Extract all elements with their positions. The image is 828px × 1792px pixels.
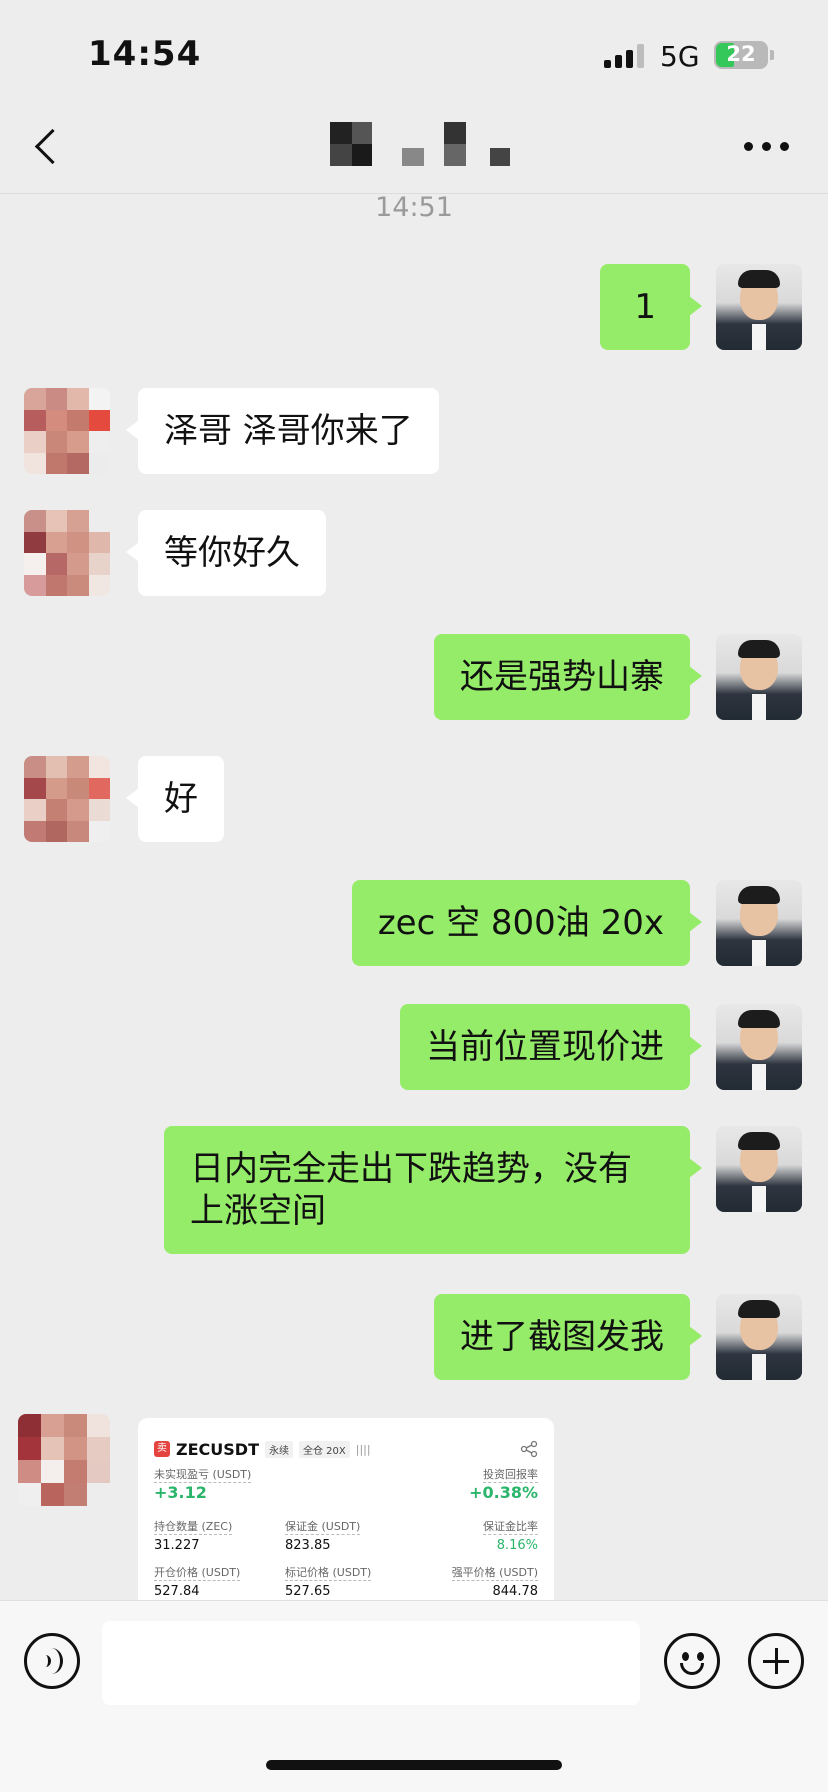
margin-ratio-label: 保证金比率 (483, 1520, 538, 1535)
my-message-bubble[interactable]: 还是强势山寨 (434, 634, 702, 720)
network-type: 5G (660, 40, 700, 73)
more-dots-icon[interactable] (744, 140, 792, 152)
emoji-icon[interactable] (664, 1633, 720, 1689)
contact-avatar[interactable] (24, 756, 110, 842)
signal-icon (604, 44, 648, 68)
message-row: 日内完全走出下跌趋势，没有上涨空间 (0, 1126, 828, 1258)
trade-screenshot-card[interactable]: 卖 ZECUSDT 永续 全仓 20X |||| 未实现盈亏 (USDT) +3… (138, 1418, 554, 1600)
unrealized-pnl-value: +3.12 (154, 1483, 207, 1502)
position-label: 持仓数量 (ZEC) (154, 1520, 233, 1535)
contract-tag: 永续 (264, 1440, 293, 1458)
message-row: 等你好久 (0, 510, 828, 598)
my-message-bubble[interactable]: 进了截图发我 (434, 1294, 702, 1380)
contact-avatar[interactable] (24, 510, 110, 596)
roi-label: 投资回报率 (483, 1468, 538, 1483)
unrealized-pnl-label: 未实现盈亏 (USDT) (154, 1468, 252, 1483)
contact-message-bubble[interactable]: 等你好久 (126, 510, 326, 596)
trade-symbol: ZECUSDT (176, 1439, 259, 1459)
position-value: 31.227 (154, 1538, 200, 1553)
voice-icon[interactable] (24, 1633, 80, 1689)
my-avatar[interactable] (716, 1004, 802, 1090)
trade-stats: 未实现盈亏 (USDT) +3.12 投资回报率 +0.38% 持仓数量 (ZE… (154, 1468, 539, 1599)
contact-message-bubble[interactable]: 好 (126, 756, 224, 842)
message-row: 1 (0, 264, 828, 352)
my-avatar[interactable] (716, 264, 802, 350)
share-icon (520, 1440, 538, 1458)
home-indicator[interactable] (266, 1760, 562, 1770)
liquidation-price-value: 844.78 (492, 1584, 539, 1599)
battery-icon: 22 (714, 41, 774, 69)
plus-icon[interactable] (748, 1633, 804, 1689)
entry-price-value: 527.84 (154, 1584, 200, 1599)
contact-message-bubble[interactable]: 泽哥 泽哥你来了 (126, 388, 439, 474)
my-message-bubble[interactable]: zec 空 800油 20x (351, 880, 703, 966)
my-message-bubble[interactable]: 1 (600, 264, 702, 350)
margin-ratio-value: 8.16% (496, 1538, 538, 1553)
my-avatar[interactable] (716, 634, 802, 720)
margin-mode-tag: 全仓 20X (298, 1440, 350, 1458)
mark-price-value: 527.65 (285, 1584, 331, 1599)
entry-price-label: 开仓价格 (USDT) (154, 1566, 241, 1581)
mark-price-label: 标记价格 (USDT) (285, 1566, 372, 1581)
my-avatar[interactable] (716, 1126, 802, 1212)
chat-title-pixelated (330, 122, 520, 172)
roi-value: +0.38% (469, 1483, 538, 1502)
margin-label: 保证金 (USDT) (285, 1520, 361, 1535)
message-input[interactable] (102, 1621, 640, 1705)
status-time: 14:54 (88, 34, 202, 74)
message-timestamp: 14:51 (375, 192, 453, 223)
message-row: zec 空 800油 20x (0, 880, 828, 968)
contact-avatar[interactable] (18, 1414, 110, 1506)
chat-header (0, 100, 828, 194)
my-message-bubble[interactable]: 当前位置现价进 (400, 1004, 702, 1090)
message-row: 泽哥 泽哥你来了 (0, 388, 828, 476)
battery-level: 22 (726, 42, 756, 66)
trade-card-header: 卖 ZECUSDT 永续 全仓 20X |||| (154, 1436, 538, 1462)
liquidation-price-label: 强平价格 (USDT) (451, 1566, 538, 1581)
my-avatar[interactable] (716, 880, 802, 966)
message-row: 还是强势山寨 (0, 634, 828, 722)
back-icon[interactable] (30, 128, 70, 168)
sell-badge: 卖 (154, 1441, 170, 1457)
margin-value: 823.85 (285, 1538, 331, 1553)
contact-avatar[interactable] (24, 388, 110, 474)
message-row: 进了截图发我 (0, 1294, 828, 1382)
status-bar: 14:54 5G 22 (0, 0, 828, 100)
my-message-bubble[interactable]: 日内完全走出下跌趋势，没有上涨空间 (164, 1126, 702, 1254)
my-avatar[interactable] (716, 1294, 802, 1380)
message-row: 当前位置现价进 (0, 1004, 828, 1092)
leverage-bars-icon: |||| (355, 1442, 371, 1456)
message-row: 好 (0, 756, 828, 844)
